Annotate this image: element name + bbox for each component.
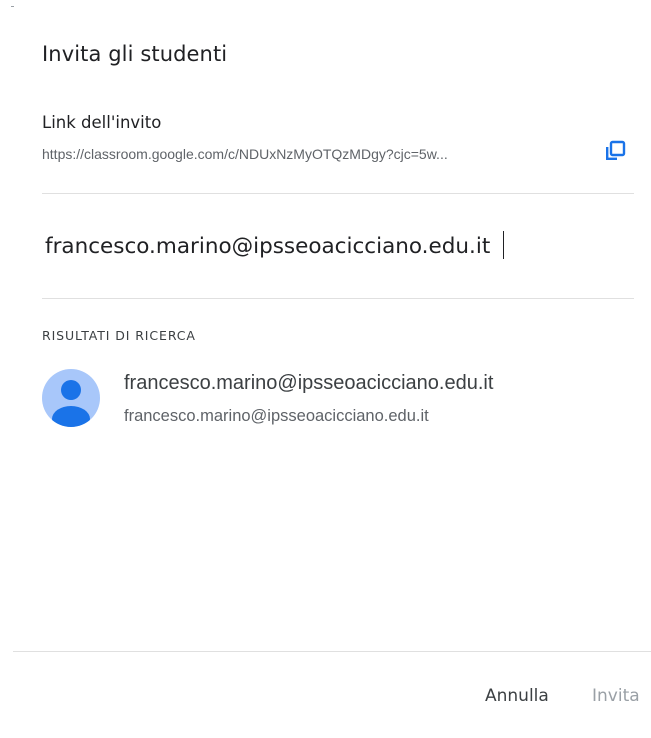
result-name: francesco.marino@ipsseoacicciano.edu.it [124, 372, 494, 394]
copy-icon [604, 140, 626, 167]
invite-link-label: Link dell'invito [42, 113, 162, 132]
dialog-title: Invita gli studenti [42, 42, 228, 66]
cancel-button[interactable]: Annulla [485, 686, 549, 706]
footer-divider [13, 651, 651, 652]
invite-link-url[interactable]: https://classroom.google.com/c/NDUxNzMyO… [42, 146, 582, 162]
invite-button[interactable]: Invita [592, 686, 640, 706]
result-email: francesco.marino@ipsseoacicciano.edu.it [124, 407, 429, 425]
invite-students-dialog: Invita gli studenti Link dell'invito htt… [0, 0, 651, 738]
search-result-item[interactable]: francesco.marino@ipsseoacicciano.edu.it … [40, 362, 630, 432]
search-divider [42, 298, 634, 299]
student-search-input[interactable] [42, 228, 635, 264]
search-results-heading: RISULTATI DI RICERCA [42, 328, 196, 343]
copy-link-button[interactable] [600, 138, 630, 168]
corner-mark [11, 6, 14, 7]
avatar [42, 369, 100, 427]
link-divider [42, 193, 634, 194]
text-caret [503, 231, 504, 259]
person-icon [42, 380, 100, 427]
